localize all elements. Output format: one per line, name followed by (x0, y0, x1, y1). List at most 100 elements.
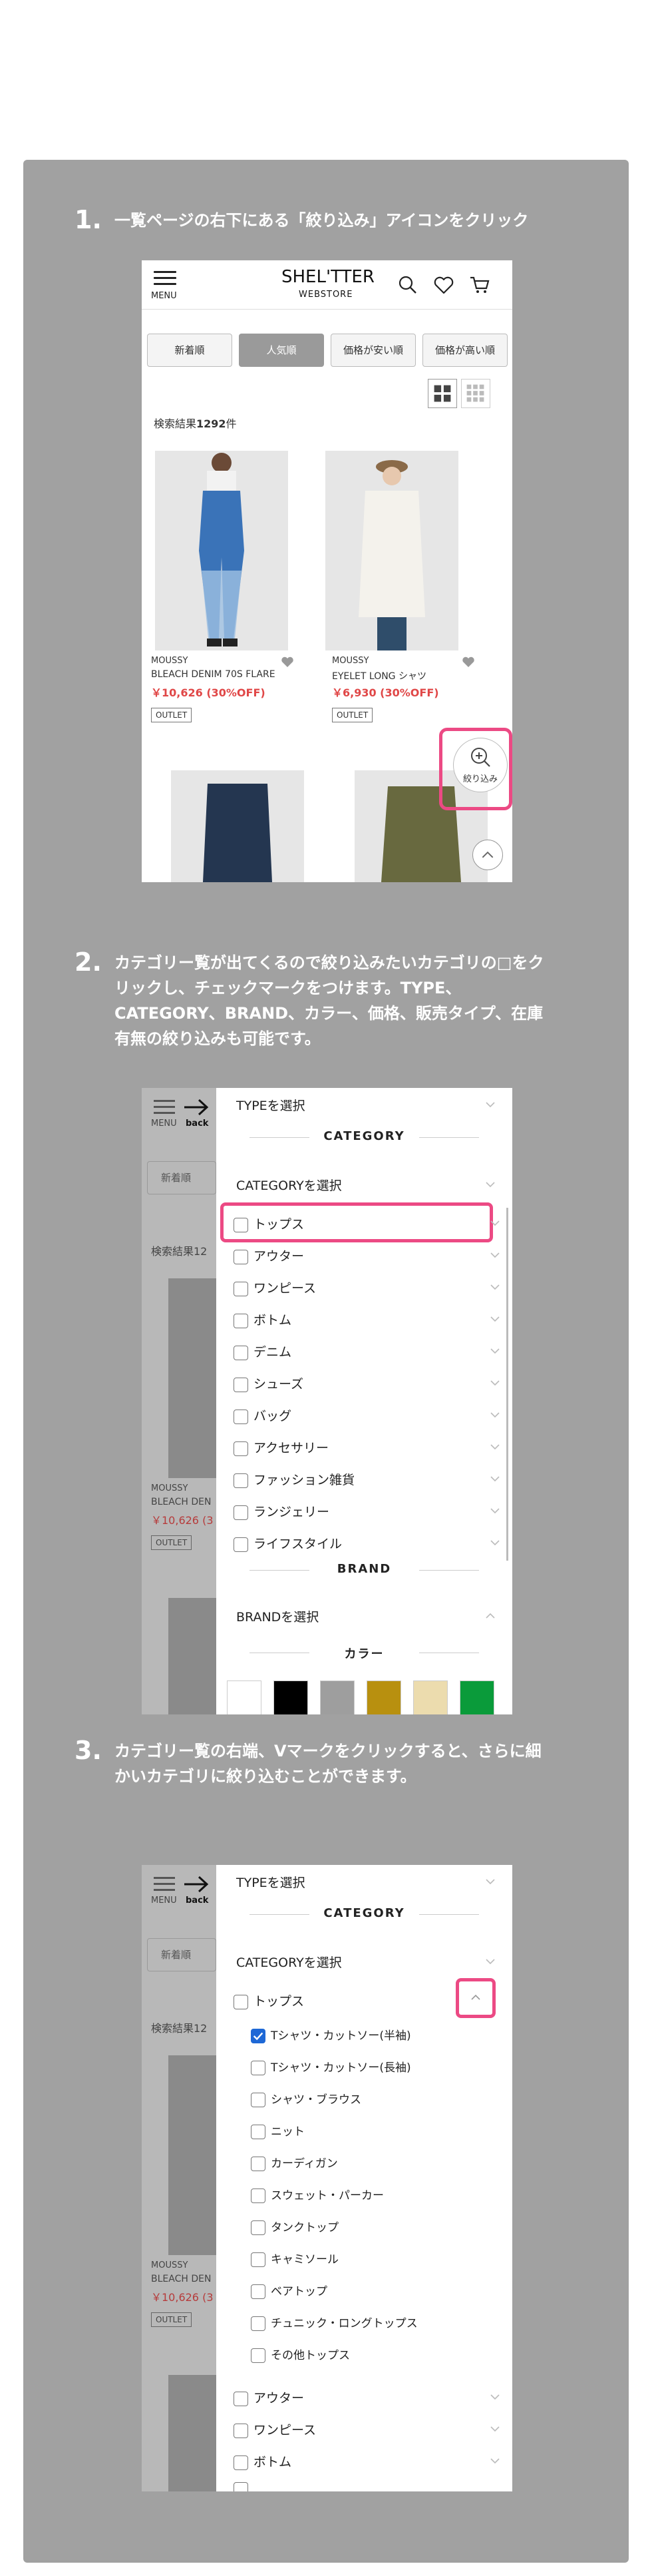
checkbox[interactable] (251, 2061, 265, 2075)
category-item-outer[interactable]: アウター (234, 1246, 500, 1264)
logo[interactable]: SHEL'TTER (281, 267, 375, 287)
checkbox[interactable] (234, 1313, 248, 1328)
category-select[interactable]: CATEGORYを選択 (236, 1176, 342, 1194)
checkbox[interactable] (234, 1473, 248, 1488)
category-item-outer[interactable]: アウター (234, 2388, 500, 2406)
product-image[interactable] (325, 451, 458, 650)
chevron-down-icon[interactable] (490, 2456, 500, 2465)
chevron-down-icon[interactable] (490, 1410, 500, 1419)
subcategory-item[interactable]: ベアトップ (251, 2282, 512, 2299)
back-arrow-icon[interactable] (183, 1874, 210, 1894)
search-icon[interactable] (397, 274, 419, 296)
chevron-down-icon[interactable] (490, 2392, 500, 2402)
chevron-down-icon[interactable] (486, 1957, 495, 1966)
checkbox[interactable] (251, 2252, 265, 2267)
chevron-down-icon[interactable] (486, 1100, 495, 1109)
chevron-down-icon[interactable] (490, 1346, 500, 1356)
checkbox[interactable] (234, 2391, 248, 2406)
chevron-down-icon[interactable] (490, 1442, 500, 1451)
favorite-icon[interactable] (461, 654, 476, 669)
menu-icon[interactable] (154, 271, 176, 289)
sort-price-high-button[interactable]: 価格が高い順 (422, 334, 508, 367)
chevron-down-icon[interactable] (490, 2424, 500, 2434)
category-item-denim[interactable]: デニム (234, 1342, 500, 1360)
chevron-up-icon[interactable] (471, 1993, 480, 2002)
brand-select[interactable]: BRANDを選択 (236, 1607, 319, 1625)
chevron-down-icon[interactable] (490, 1378, 500, 1388)
category-item-fashion-goods[interactable]: ファッション雑貨 (234, 1470, 500, 1488)
color-swatch-beige[interactable] (413, 1680, 448, 1714)
subcategory-item[interactable]: シャツ・ブラウス (251, 2090, 512, 2107)
checkbox[interactable] (234, 1409, 248, 1424)
checkbox[interactable] (251, 2348, 265, 2363)
sort-new-button[interactable]: 新着順 (147, 334, 232, 367)
checkbox[interactable] (251, 2189, 265, 2203)
subcategory-item[interactable]: チュニック・ロングトップス (251, 2314, 512, 2331)
checkbox[interactable] (251, 2125, 265, 2139)
grid-large-icon[interactable] (428, 379, 457, 408)
chevron-down-icon[interactable] (490, 1218, 500, 1228)
grid-small-icon[interactable] (461, 379, 490, 408)
chevron-down-icon[interactable] (486, 1180, 495, 1189)
chevron-down-icon[interactable] (490, 1474, 500, 1483)
background-overlay[interactable]: MENU back 新着順 検索結果12 MOUSSY BLEACH DEN ￥… (142, 1865, 216, 2491)
subcategory-item[interactable]: Tシャツ・カットソー(半袖) (251, 2026, 512, 2043)
sort-popular-button[interactable]: 人気順 (239, 334, 324, 367)
product-card[interactable]: MOUSSY BLEACH DENIM 70S FLARE ￥10,626 (3… (142, 451, 301, 730)
color-swatch-gray[interactable] (320, 1680, 355, 1714)
checkbox[interactable] (251, 2157, 265, 2171)
category-item-onepiece[interactable]: ワンピース (234, 2420, 500, 2438)
checkbox[interactable] (234, 1345, 248, 1360)
subcategory-item[interactable]: タンクトップ (251, 2218, 512, 2235)
checkbox[interactable] (234, 1217, 248, 1232)
category-item-onepiece[interactable]: ワンピース (234, 1278, 500, 1296)
checkbox[interactable] (234, 1377, 248, 1392)
color-swatch-white[interactable] (227, 1680, 261, 1714)
checkbox[interactable] (234, 1505, 248, 1520)
category-item-tops[interactable]: トップス (234, 1214, 500, 1232)
color-swatch-mustard[interactable] (367, 1680, 401, 1714)
checkbox[interactable] (234, 2423, 248, 2438)
checkbox[interactable] (234, 2455, 248, 2470)
checkbox[interactable] (234, 2481, 248, 2491)
chevron-down-icon[interactable] (490, 1282, 500, 1292)
checkbox[interactable] (251, 2316, 265, 2331)
category-item-lingerie[interactable]: ランジェリー (234, 1502, 500, 1520)
scrollbar[interactable] (506, 1208, 508, 1561)
filter-button[interactable]: 絞り込み (453, 738, 508, 792)
heart-icon[interactable] (432, 274, 455, 296)
sort-price-low-button[interactable]: 価格が安い順 (331, 334, 416, 367)
checkbox-checked[interactable] (251, 2029, 265, 2043)
category-item-lifestyle[interactable]: ライフスタイル (234, 1534, 500, 1552)
category-item-shoes[interactable]: シューズ (234, 1374, 500, 1392)
category-item-partial[interactable] (234, 2481, 500, 2491)
chevron-down-icon[interactable] (490, 1250, 500, 1260)
category-item-bottom[interactable]: ボトム (234, 1310, 500, 1328)
product-card[interactable]: MOUSSY EYELET LONG シャツ ￥6,930 (30%OFF) O… (323, 451, 482, 730)
checkbox[interactable] (234, 1441, 248, 1456)
chevron-down-icon[interactable] (490, 1314, 500, 1324)
favorite-icon[interactable] (280, 654, 295, 669)
color-swatch-green[interactable] (460, 1680, 494, 1714)
chevron-down-icon[interactable] (486, 1877, 495, 1886)
chevron-up-icon[interactable] (486, 1611, 495, 1621)
background-overlay[interactable]: MENU back 新着順 検索結果12 MOUSSY BLEACH DEN ￥… (142, 1088, 216, 1714)
checkbox[interactable] (234, 1537, 248, 1552)
category-item-accessory[interactable]: アクセサリー (234, 1438, 500, 1456)
subcategory-item[interactable]: キャミソール (251, 2250, 512, 2267)
checkbox[interactable] (251, 2093, 265, 2107)
product-image[interactable] (171, 770, 304, 882)
category-item-bottom[interactable]: ボトム (234, 2452, 500, 2470)
chevron-down-icon[interactable] (490, 1538, 500, 1547)
subcategory-item[interactable]: その他トップス (251, 2346, 512, 2363)
checkbox[interactable] (234, 1249, 248, 1264)
type-select[interactable]: TYPEを選択 (236, 1096, 305, 1114)
scroll-top-icon[interactable] (472, 840, 503, 870)
checkbox[interactable] (251, 2284, 265, 2299)
back-arrow-icon[interactable] (183, 1097, 210, 1117)
subcategory-item[interactable]: Tシャツ・カットソー(長袖) (251, 2058, 512, 2075)
checkbox[interactable] (234, 1994, 248, 2009)
product-image[interactable] (155, 451, 288, 650)
subcategory-item[interactable]: ニット (251, 2122, 512, 2139)
category-item-bag[interactable]: バッグ (234, 1406, 500, 1424)
